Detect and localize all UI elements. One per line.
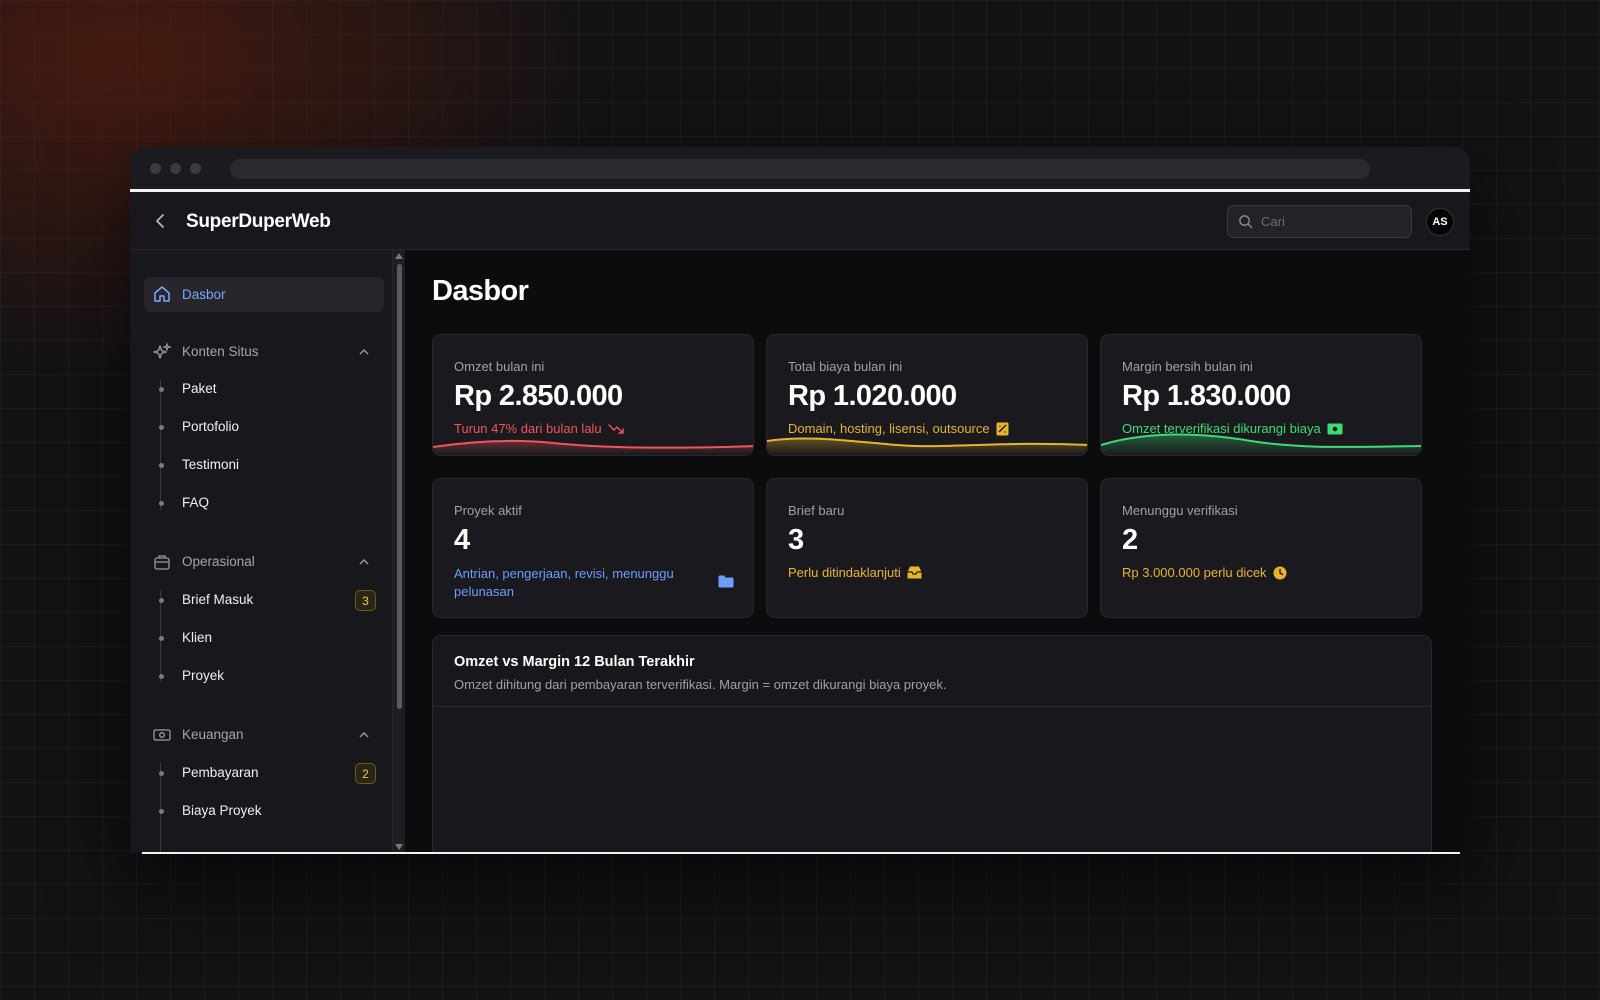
sidebar-item-portofolio[interactable]: Portofolio	[144, 412, 384, 442]
chart-subtitle: Omzet dihitung dari pembayaran terverifi…	[454, 677, 947, 692]
sidebar-item-faq[interactable]: FAQ	[144, 488, 384, 518]
window-close-dot[interactable]	[150, 163, 161, 174]
bullet-dot	[159, 425, 164, 430]
bullet-dot	[159, 463, 164, 468]
sidebar-group-label: Operasional	[182, 554, 255, 569]
stat-label: Brief baru	[788, 503, 845, 518]
stat-value: Rp 1.830.000	[1122, 380, 1291, 412]
sidebar-item-label: Pembayaran	[182, 765, 259, 780]
briefcase-icon	[154, 555, 170, 570]
money-icon	[153, 729, 171, 741]
stat-label: Margin bersih bulan ini	[1122, 359, 1253, 374]
scrollbar-thumb[interactable]	[397, 264, 402, 709]
sparkles-icon	[153, 342, 172, 359]
main-content: Dasbor Omzet bulan ini Rp 2.850.000 Turu…	[405, 250, 1470, 853]
sidebar-item-label: Klien	[182, 630, 213, 645]
app-header: SuperDuperWeb AS	[130, 192, 1470, 250]
sidebar: Dasbor Konten Situs Paket Portofolio Tes…	[130, 250, 392, 853]
stat-label: Menunggu verifikasi	[1122, 503, 1238, 518]
stat-label: Omzet bulan ini	[454, 359, 545, 374]
sidebar-group-label: Konten Situs	[182, 344, 259, 359]
sidebar-item-brief-masuk[interactable]: Brief Masuk 3	[144, 585, 384, 615]
sidebar-group-operasional[interactable]: Operasional	[144, 547, 384, 577]
stat-card-proyek-aktif: Proyek aktif 4 Antrian, pengerjaan, revi…	[432, 478, 754, 618]
sidebar-item-label: Testimoni	[182, 457, 240, 472]
sidebar-item-label: Proyek	[182, 668, 225, 683]
bullet-dot	[159, 387, 164, 392]
stat-card-omzet: Omzet bulan ini Rp 2.850.000 Turun 47% d…	[432, 334, 754, 456]
stat-value: Rp 2.850.000	[454, 380, 623, 412]
sidebar-item-label: Biaya Proyek	[182, 803, 262, 818]
sparkline-omzet	[433, 439, 753, 455]
sparkline-biaya	[767, 437, 1087, 455]
sidebar-item-label: Paket	[182, 381, 217, 396]
sidebar-item-klien[interactable]: Klien	[144, 623, 384, 653]
folder-icon	[718, 575, 734, 588]
clock-icon	[1273, 566, 1287, 579]
stat-value: 2	[1122, 524, 1138, 556]
stat-card-brief-baru: Brief baru 3 Perlu ditindaklanjuti	[766, 478, 1088, 618]
stat-value: Rp 1.020.000	[788, 380, 957, 412]
stat-card-menunggu-verifikasi: Menunggu verifikasi 2 Rp 3.000.000 perlu…	[1100, 478, 1422, 618]
stat-subtext: Rp 3.000.000 perlu dicek	[1122, 565, 1287, 580]
inbox-icon	[907, 566, 922, 579]
divider	[433, 706, 1431, 707]
revenue-margin-chart-card: Omzet vs Margin 12 Bulan Terakhir Omzet …	[432, 635, 1432, 853]
sidebar-item-label: Dasbor	[182, 287, 226, 302]
scroll-up-arrow-icon[interactable]	[395, 253, 403, 259]
stat-label: Total biaya bulan ini	[788, 359, 903, 374]
sidebar-item-label: Portofolio	[182, 419, 240, 434]
sparkline-margin	[1101, 433, 1421, 455]
sidebar-group-keuangan[interactable]: Keuangan	[144, 720, 384, 750]
sidebar-item-label: Brief Masuk	[182, 592, 254, 607]
chevron-up-icon	[359, 732, 369, 738]
stat-card-total-biaya: Total biaya bulan ini Rp 1.020.000 Domai…	[766, 334, 1088, 456]
page-title: Dasbor	[432, 275, 529, 307]
window-maximize-dot[interactable]	[190, 163, 201, 174]
stat-value: 3	[788, 524, 804, 556]
sidebar-item-biaya-proyek[interactable]: Biaya Proyek	[144, 796, 384, 826]
stat-value: 4	[454, 524, 470, 556]
browser-window: SuperDuperWeb AS Dasbor	[130, 147, 1470, 853]
count-badge: 2	[355, 763, 376, 784]
sidebar-scrollbar[interactable]	[392, 250, 405, 853]
bullet-dot	[159, 598, 164, 603]
count-badge: 3	[355, 590, 376, 611]
stat-subtext: Perlu ditindaklanjuti	[788, 565, 922, 580]
browser-titlebar	[130, 147, 1470, 192]
stat-subtext: Antrian, pengerjaan, revisi, menunggu pe…	[454, 566, 674, 599]
scroll-down-arrow-icon[interactable]	[395, 844, 403, 850]
sidebar-group-label: Keuangan	[182, 727, 244, 742]
search-input[interactable]	[1261, 214, 1391, 229]
sidebar-item-testimoni[interactable]: Testimoni	[144, 450, 384, 480]
sidebar-item-proyek[interactable]: Proyek	[144, 661, 384, 691]
search-box[interactable]	[1227, 205, 1412, 238]
bullet-dot	[159, 636, 164, 641]
window-bottom-edge	[142, 852, 1460, 854]
user-avatar[interactable]: AS	[1426, 208, 1454, 236]
sidebar-group-konten-situs[interactable]: Konten Situs	[144, 337, 384, 367]
chevron-up-icon	[359, 349, 369, 355]
window-minimize-dot[interactable]	[170, 163, 181, 174]
sidebar-item-dasbor[interactable]: Dasbor	[144, 277, 384, 312]
stat-subtext-label: Rp 3.000.000 perlu dicek	[1122, 565, 1267, 580]
home-icon	[154, 286, 170, 302]
sidebar-item-paket[interactable]: Paket	[144, 374, 384, 404]
address-bar[interactable]	[230, 159, 1370, 179]
bullet-dot	[159, 501, 164, 506]
sidebar-item-label: FAQ	[182, 495, 210, 510]
stat-card-margin: Margin bersih bulan ini Rp 1.830.000 Omz…	[1100, 334, 1422, 456]
bullet-dot	[159, 771, 164, 776]
app-brand: SuperDuperWeb	[186, 211, 331, 232]
stat-label: Proyek aktif	[454, 503, 522, 518]
chart-title: Omzet vs Margin 12 Bulan Terakhir	[454, 654, 695, 670]
bullet-dot	[159, 674, 164, 679]
back-arrow-icon[interactable]	[150, 210, 172, 232]
sidebar-item-pembayaran[interactable]: Pembayaran 2	[144, 758, 384, 788]
bullet-dot	[159, 809, 164, 814]
chevron-up-icon	[359, 559, 369, 565]
stat-subtext-label: Perlu ditindaklanjuti	[788, 565, 901, 580]
search-icon	[1239, 215, 1253, 229]
